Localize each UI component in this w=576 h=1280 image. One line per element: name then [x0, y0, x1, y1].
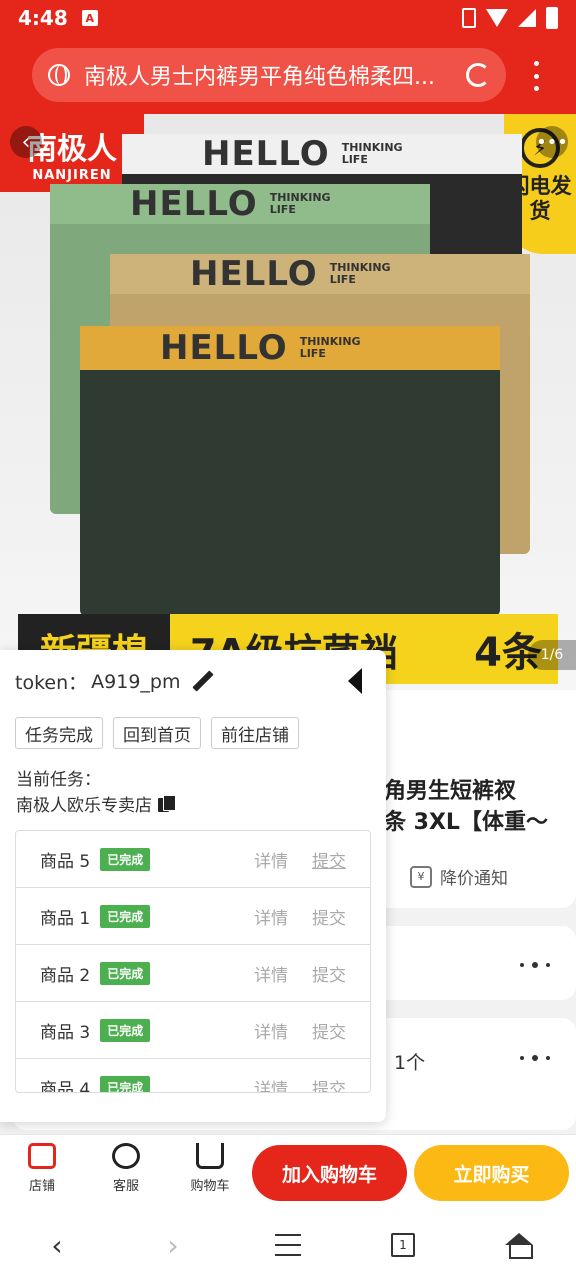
- go-store-button[interactable]: 前往店铺: [211, 717, 299, 749]
- forward-icon[interactable]: ›: [158, 1229, 188, 1262]
- shop-icon: [28, 1143, 56, 1169]
- task-item: 商品 3 已完成 详情 提交: [16, 1002, 370, 1059]
- brief-print-text: HELLO: [160, 328, 288, 368]
- back-arrow-icon[interactable]: ‹: [10, 126, 42, 158]
- task-name: 商品 1: [40, 908, 91, 929]
- home-icon[interactable]: [504, 1230, 534, 1260]
- product-title: 角男生短裤衩 条 3XL【体重～: [384, 776, 574, 838]
- browser-toolbar: 南极人男士内裤男平角纯色棉柔四...: [0, 36, 576, 114]
- bottom-action-bar: 店铺 客服 购物车 加入购物车 立即购买: [0, 1134, 576, 1208]
- status-bar: 4:48 A: [0, 0, 576, 36]
- cart-button[interactable]: 购物车: [180, 1143, 240, 1194]
- task-detail-link[interactable]: 详情: [254, 1018, 288, 1043]
- status-badge: 已完成: [100, 904, 151, 928]
- battery-icon: [546, 7, 558, 29]
- task-name: 商品 3: [40, 1022, 91, 1043]
- token-label: token：: [15, 672, 88, 694]
- product-title-line2: 条 3XL【体重～: [384, 810, 548, 835]
- reload-icon[interactable]: [466, 63, 490, 87]
- brief-print-text: HELLO: [202, 134, 330, 174]
- more-options-icon[interactable]: [520, 960, 550, 970]
- wifi-icon: [486, 9, 508, 27]
- globe-icon: [48, 64, 70, 86]
- task-item: 商品 1 已完成 详情 提交: [16, 888, 370, 945]
- task-submit-link[interactable]: 提交: [312, 1018, 346, 1043]
- task-panel: token： A919_pm 任务完成 回到首页 前往店铺 当前任务： 南极人欧…: [0, 650, 386, 1122]
- quantity-text: 1个: [394, 1052, 426, 1074]
- current-task-store-name: 南极人欧乐专卖店: [16, 796, 152, 816]
- shop-button[interactable]: 店铺: [12, 1143, 72, 1194]
- task-name: 商品 5: [40, 851, 91, 872]
- brief-print-text: HELLO: [190, 254, 318, 294]
- status-badge: 已完成: [100, 1075, 151, 1092]
- url-text: 南极人男士内裤男平角纯色棉柔四...: [84, 65, 435, 90]
- product-image[interactable]: 南极人 NANJIREN ‹ ⚡ 闪电发货 ••• HELLO THINKING …: [0, 114, 576, 690]
- edit-pencil-icon[interactable]: [192, 671, 214, 693]
- add-to-cart-button[interactable]: 加入购物车: [252, 1145, 407, 1201]
- status-badge: 已完成: [100, 847, 151, 871]
- tabs-icon[interactable]: 1: [388, 1230, 418, 1260]
- task-item: 商品 5 已完成 详情 提交: [16, 831, 370, 888]
- current-task-store: 南极人欧乐专卖店: [16, 791, 176, 816]
- task-item: 商品 2 已完成 详情 提交: [16, 945, 370, 1002]
- menu-icon[interactable]: [273, 1230, 303, 1260]
- brief-small-text: THINKING LIFE: [269, 191, 331, 216]
- shop-label: 店铺: [28, 1179, 55, 1194]
- panel-button-row: 任务完成 回到首页 前往店铺: [15, 717, 299, 749]
- task-name: 商品 4: [40, 1079, 91, 1093]
- cart-icon: [196, 1143, 224, 1169]
- cart-label: 购物车: [190, 1179, 230, 1194]
- more-icon[interactable]: •••: [536, 126, 568, 158]
- task-submit-link[interactable]: 提交: [312, 904, 346, 929]
- copy-icon[interactable]: [158, 794, 176, 813]
- product-title-line1: 角男生短裤衩: [384, 779, 517, 804]
- price-notify-button[interactable]: ¥ 降价通知: [410, 864, 508, 889]
- status-time: 4:48: [18, 6, 68, 30]
- status-badge: 已完成: [100, 961, 151, 985]
- app-notification-icon: A: [81, 10, 98, 26]
- chat-icon: [112, 1143, 140, 1169]
- buy-now-button[interactable]: 立即购买: [414, 1145, 569, 1201]
- service-button[interactable]: 客服: [96, 1143, 156, 1194]
- task-submit-link[interactable]: 提交: [312, 1075, 346, 1093]
- brief-darkgreen: HELLO THINKING LIFE: [80, 326, 500, 616]
- brief-print-text: HELLO: [130, 184, 258, 224]
- tabs-count: 1: [391, 1233, 415, 1257]
- task-detail-link[interactable]: 详情: [254, 961, 288, 986]
- browser-nav-bar: ‹ › 1: [0, 1208, 576, 1280]
- task-detail-link[interactable]: 详情: [254, 847, 288, 872]
- task-submit-link[interactable]: 提交: [312, 961, 346, 986]
- brief-small-text: THINKING LIFE: [341, 141, 403, 166]
- price-tag-icon: ¥: [410, 865, 432, 888]
- task-list[interactable]: 商品 5 已完成 详情 提交 商品 1 已完成 详情 提交 商品 2 已完成 详…: [15, 830, 371, 1093]
- back-icon[interactable]: ‹: [42, 1229, 72, 1262]
- brief-small-text: THINKING LIFE: [299, 335, 361, 360]
- task-detail-link[interactable]: 详情: [254, 904, 288, 929]
- task-detail-link[interactable]: 详情: [254, 1075, 288, 1093]
- browser-menu-icon[interactable]: [530, 61, 542, 91]
- token-value: A919_pm: [91, 670, 181, 693]
- back-home-button[interactable]: 回到首页: [113, 717, 201, 749]
- token-row: token： A919_pm: [15, 668, 214, 695]
- more-spec-icon[interactable]: [520, 1053, 550, 1063]
- address-bar[interactable]: 南极人男士内裤男平角纯色棉柔四...: [32, 48, 506, 102]
- task-name: 商品 2: [40, 965, 91, 986]
- task-submit-link[interactable]: 提交: [312, 847, 346, 872]
- status-badge: 已完成: [100, 1018, 151, 1042]
- vibrate-icon: [462, 8, 476, 28]
- task-complete-button[interactable]: 任务完成: [15, 717, 103, 749]
- status-icons: [462, 7, 558, 29]
- image-counter: 1/6: [528, 640, 576, 670]
- service-label: 客服: [112, 1179, 139, 1194]
- brief-small-text: THINKING LIFE: [329, 261, 391, 286]
- current-task-label: 当前任务：: [16, 770, 101, 790]
- price-notify-label: 降价通知: [440, 869, 508, 889]
- signal-icon: [518, 9, 536, 27]
- task-item: 商品 4 已完成 详情 提交: [16, 1059, 370, 1093]
- collapse-panel-icon[interactable]: [348, 668, 362, 694]
- brand-logo-en: NANJIREN: [32, 167, 112, 183]
